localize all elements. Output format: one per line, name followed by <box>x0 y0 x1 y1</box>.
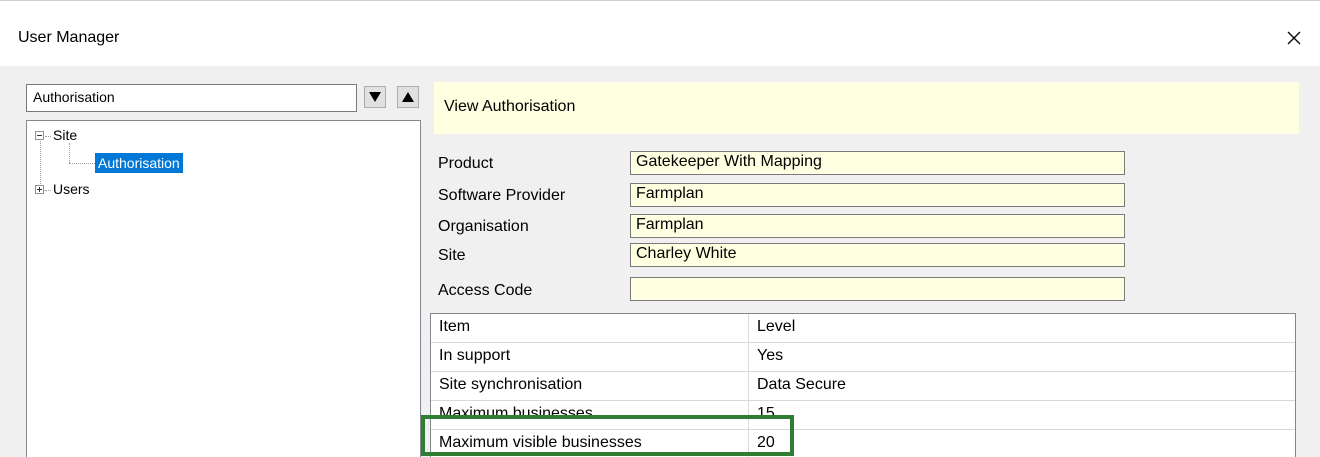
navigation-tree[interactable]: Site Authorisation Users <box>26 120 421 457</box>
product-label: Product <box>438 155 494 172</box>
tree-item-site[interactable]: Site <box>53 125 77 145</box>
organisation-label: Organisation <box>438 218 529 235</box>
table-row[interactable]: Maximum businesses 15 <box>431 401 1295 430</box>
close-icon[interactable] <box>1278 22 1310 54</box>
window-top-edge <box>0 0 1320 10</box>
product-field[interactable]: Gatekeeper With Mapping <box>630 151 1125 175</box>
column-header-item[interactable]: Item <box>431 314 749 342</box>
collapse-icon[interactable] <box>35 131 44 140</box>
move-down-button[interactable] <box>364 86 386 108</box>
software-provider-label: Software Provider <box>438 187 566 204</box>
tree-line <box>45 136 51 137</box>
access-code-label: Access Code <box>438 282 533 299</box>
title-bar: User Manager <box>0 10 1320 66</box>
grid-cell-item: Maximum businesses <box>431 401 749 429</box>
site-field[interactable]: Charley White <box>630 243 1125 267</box>
grid-cell-level: Data Secure <box>757 376 846 393</box>
page-title: View Authorisation <box>444 98 576 115</box>
triangle-down-icon <box>369 92 381 102</box>
software-provider-field[interactable]: Farmplan <box>630 183 1125 207</box>
window-title: User Manager <box>18 29 120 46</box>
grid-cell-item: Site synchronisation <box>431 372 749 400</box>
table-row[interactable]: In support Yes <box>431 343 1295 372</box>
grid-header-row: Item Level <box>431 314 1295 343</box>
expand-icon[interactable] <box>35 185 44 194</box>
tree-line <box>45 190 51 191</box>
access-code-field[interactable] <box>630 277 1125 301</box>
info-header: View Authorisation <box>434 82 1299 134</box>
grid-cell-item: Maximum visible businesses <box>431 430 749 457</box>
grid-cell-item: In support <box>431 343 749 371</box>
triangle-up-icon <box>402 92 414 102</box>
table-row[interactable]: Maximum visible businesses 20 <box>431 430 1295 457</box>
site-label: Site <box>438 247 466 264</box>
tree-line <box>69 163 95 164</box>
tree-line <box>69 143 70 163</box>
authorisation-grid[interactable]: Item Level In support Yes Site synchroni… <box>430 313 1296 457</box>
move-up-button[interactable] <box>397 86 419 108</box>
tree-search-combo[interactable]: Authorisation <box>26 84 357 112</box>
tree-item-users[interactable]: Users <box>53 179 90 199</box>
grid-cell-level: 20 <box>757 434 775 451</box>
grid-cell-level: Yes <box>757 347 784 364</box>
column-header-level[interactable]: Level <box>749 314 1295 342</box>
organisation-field[interactable]: Farmplan <box>630 214 1125 238</box>
table-row[interactable]: Site synchronisation Data Secure <box>431 372 1295 401</box>
grid-cell-level: 15 <box>757 405 775 422</box>
tree-item-authorisation[interactable]: Authorisation <box>95 153 183 173</box>
